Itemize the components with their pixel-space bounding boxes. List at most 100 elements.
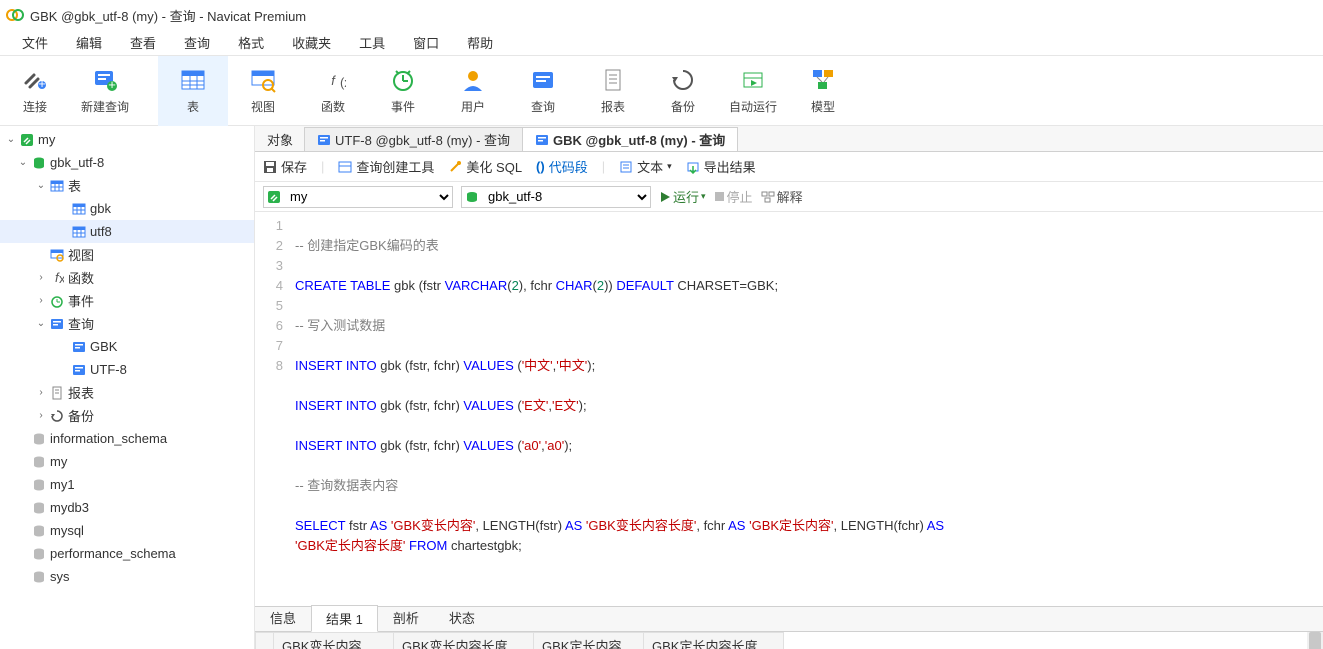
ribbon-toolbar: +连接 +新建查询 表 视图 f(x)函数 事件 用户 查询 报表 备份 自动运… bbox=[0, 56, 1323, 126]
parens-icon: () bbox=[536, 159, 545, 174]
tree-node--[interactable]: 视图 bbox=[0, 243, 254, 266]
expand-arrow-icon[interactable]: ⌄ bbox=[16, 157, 30, 168]
tree-node--[interactable]: ›报表 bbox=[0, 381, 254, 404]
sql-editor[interactable]: 12345678 -- 创建指定GBK编码的表 CREATE TABLE gbk… bbox=[255, 212, 1323, 606]
ribbon-new-query[interactable]: +新建查询 bbox=[70, 56, 140, 126]
tree-node-my[interactable]: my bbox=[0, 450, 254, 473]
rtab-result1[interactable]: 结果 1 bbox=[311, 605, 378, 632]
text-icon bbox=[619, 160, 633, 174]
plug-icon: + bbox=[21, 66, 49, 94]
expand-arrow-icon[interactable]: › bbox=[34, 295, 48, 306]
menu-view[interactable]: 查看 bbox=[116, 31, 170, 54]
rtab-profile[interactable]: 剖析 bbox=[378, 604, 434, 631]
tree-node-label: 表 bbox=[66, 176, 81, 195]
menu-query[interactable]: 查询 bbox=[170, 31, 224, 54]
tab-gbk-query[interactable]: GBK @gbk_utf-8 (my) - 查询 bbox=[522, 127, 738, 151]
expand-arrow-icon[interactable]: › bbox=[34, 387, 48, 398]
tree-node-performance-schema[interactable]: performance_schema bbox=[0, 542, 254, 565]
export-button[interactable]: 导出结果 bbox=[686, 157, 756, 176]
tree-node--[interactable]: ⌄ 查询 bbox=[0, 312, 254, 335]
ribbon-connect[interactable]: +连接 bbox=[0, 56, 70, 126]
chevron-down-icon: ▾ bbox=[667, 161, 672, 172]
col-header[interactable]: GBK变长内容 bbox=[274, 633, 394, 649]
tree-node-label: mydb3 bbox=[48, 500, 89, 515]
save-button[interactable]: 保存 bbox=[263, 157, 307, 176]
tree-node-label: sys bbox=[48, 569, 70, 584]
row-marker-header bbox=[256, 633, 274, 649]
ribbon-auto[interactable]: 自动运行 bbox=[718, 56, 788, 126]
tree-node-gbk[interactable]: gbk bbox=[0, 197, 254, 220]
col-header[interactable]: GBK定长内容长度 bbox=[644, 633, 784, 649]
scrollbar-thumb[interactable] bbox=[1309, 632, 1321, 649]
tree-node-my[interactable]: ⌄ my bbox=[0, 128, 254, 151]
rtab-status[interactable]: 状态 bbox=[434, 604, 490, 631]
stop-button[interactable]: 停止 bbox=[714, 187, 753, 206]
svg-text:x: x bbox=[59, 271, 64, 285]
fx-icon: fx bbox=[48, 271, 66, 285]
expand-arrow-icon[interactable]: ⌄ bbox=[34, 318, 48, 329]
menu-format[interactable]: 格式 bbox=[224, 31, 278, 54]
run-button[interactable]: 运行▾ bbox=[659, 187, 706, 206]
tree-node-mydb3[interactable]: mydb3 bbox=[0, 496, 254, 519]
tab-utf8-query[interactable]: UTF-8 @gbk_utf-8 (my) - 查询 bbox=[304, 127, 523, 151]
explain-button[interactable]: 解释 bbox=[761, 187, 803, 206]
expand-arrow-icon[interactable]: ⌄ bbox=[4, 134, 18, 145]
beautify-button[interactable]: 美化 SQL bbox=[448, 157, 522, 176]
menu-tools[interactable]: 工具 bbox=[345, 31, 399, 54]
query-icon bbox=[535, 133, 549, 147]
editor-tabs: 对象 UTF-8 @gbk_utf-8 (my) - 查询 GBK @gbk_u… bbox=[255, 126, 1323, 152]
vertical-scrollbar[interactable] bbox=[1307, 632, 1323, 649]
tree-node-my1[interactable]: my1 bbox=[0, 473, 254, 496]
result-grid[interactable]: GBK变长内容 GBK变长内容长度 GBK定长内容 GBK定长内容长度 ▸中文4… bbox=[255, 632, 784, 649]
ribbon-report[interactable]: 报表 bbox=[578, 56, 648, 126]
menu-edit[interactable]: 编辑 bbox=[62, 31, 116, 54]
window-title: GBK @gbk_utf-8 (my) - 查询 - Navicat Premi… bbox=[30, 6, 306, 25]
tree-node-label: gbk bbox=[88, 201, 111, 216]
sql-code[interactable]: -- 创建指定GBK编码的表 CREATE TABLE gbk (fstr VA… bbox=[295, 216, 944, 596]
tree-node-information-schema[interactable]: information_schema bbox=[0, 427, 254, 450]
ribbon-backup[interactable]: 备份 bbox=[648, 56, 718, 126]
menu-window[interactable]: 窗口 bbox=[399, 31, 453, 54]
connection-select[interactable]: my bbox=[263, 186, 453, 208]
expand-arrow-icon[interactable]: ⌄ bbox=[34, 180, 48, 191]
rtab-info[interactable]: 信息 bbox=[255, 604, 311, 631]
ribbon-view[interactable]: 视图 bbox=[228, 56, 298, 126]
tree-node-label: mysql bbox=[48, 523, 84, 538]
db-icon bbox=[30, 524, 48, 538]
tree-node-gbk[interactable]: GBK bbox=[0, 335, 254, 358]
tree-node--[interactable]: ›备份 bbox=[0, 404, 254, 427]
query-icon bbox=[529, 66, 557, 94]
ribbon-user[interactable]: 用户 bbox=[438, 56, 508, 126]
menu-bar: 文件 编辑 查看 查询 格式 收藏夹 工具 窗口 帮助 bbox=[0, 30, 1323, 56]
expand-arrow-icon[interactable]: › bbox=[34, 410, 48, 421]
expand-arrow-icon[interactable]: › bbox=[34, 272, 48, 283]
menu-help[interactable]: 帮助 bbox=[453, 31, 507, 54]
tab-objects[interactable]: 对象 bbox=[255, 127, 305, 151]
ribbon-table[interactable]: 表 bbox=[158, 56, 228, 126]
tree-node-utf-8[interactable]: UTF-8 bbox=[0, 358, 254, 381]
tree-node-sys[interactable]: sys bbox=[0, 565, 254, 588]
tree-node-label: my bbox=[36, 132, 55, 147]
tree-node-mysql[interactable]: mysql bbox=[0, 519, 254, 542]
tree-node-utf8[interactable]: utf8 bbox=[0, 220, 254, 243]
snippet-button[interactable]: ()代码段 bbox=[536, 157, 588, 176]
ribbon-model[interactable]: 模型 bbox=[788, 56, 858, 126]
tree-node--[interactable]: ›fx函数 bbox=[0, 266, 254, 289]
tree-node--[interactable]: ›事件 bbox=[0, 289, 254, 312]
tree-node--[interactable]: ⌄表 bbox=[0, 174, 254, 197]
query-icon bbox=[70, 363, 88, 377]
ribbon-function[interactable]: f(x)函数 bbox=[298, 56, 368, 126]
col-header[interactable]: GBK定长内容 bbox=[534, 633, 644, 649]
col-header[interactable]: GBK变长内容长度 bbox=[394, 633, 534, 649]
menu-file[interactable]: 文件 bbox=[8, 31, 62, 54]
tree-node-label: 查询 bbox=[66, 314, 94, 333]
query-builder-button[interactable]: 查询创建工具 bbox=[338, 157, 434, 176]
tree-node-gbk-utf-8[interactable]: ⌄gbk_utf-8 bbox=[0, 151, 254, 174]
ribbon-event[interactable]: 事件 bbox=[368, 56, 438, 126]
table-icon bbox=[48, 179, 66, 193]
menu-fav[interactable]: 收藏夹 bbox=[278, 31, 345, 54]
ribbon-query[interactable]: 查询 bbox=[508, 56, 578, 126]
connection-tree[interactable]: ⌄my⌄gbk_utf-8⌄表gbkutf8视图›fx函数›事件⌄查询GBKUT… bbox=[0, 126, 255, 649]
text-button[interactable]: 文本▾ bbox=[619, 157, 672, 176]
database-select[interactable]: gbk_utf-8 bbox=[461, 186, 651, 208]
